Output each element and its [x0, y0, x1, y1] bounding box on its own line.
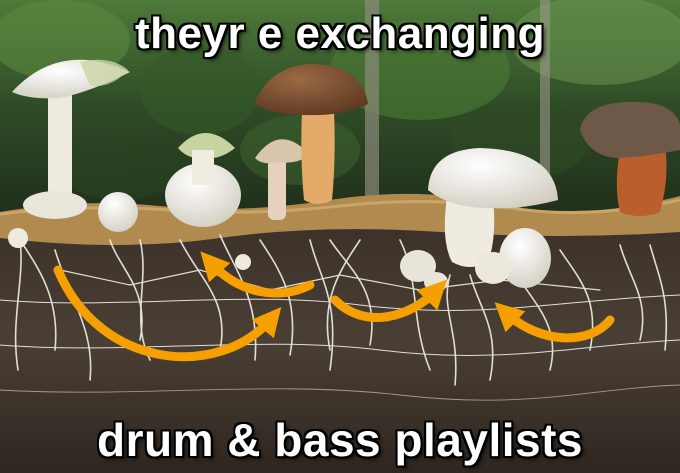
top-caption: theyr e exchanging	[134, 9, 545, 58]
mushroom-button	[235, 254, 251, 270]
bottom-caption: drum & bass playlists	[97, 414, 583, 466]
mushroom-button	[98, 192, 138, 232]
mushroom-button	[8, 228, 28, 248]
meme-image: theyr e exchanging drum & bass playlists	[0, 0, 680, 473]
mycelium-network-illustration	[0, 0, 680, 473]
